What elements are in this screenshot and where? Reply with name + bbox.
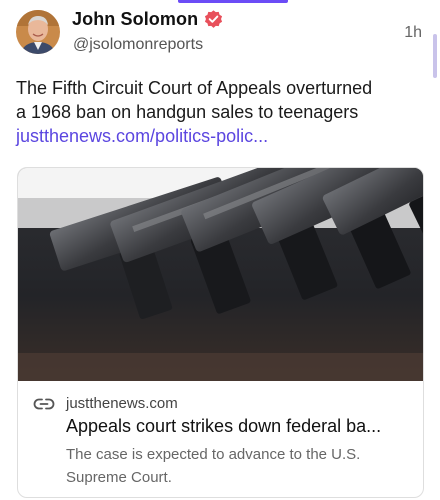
- scrollbar-thumb[interactable]: [433, 34, 437, 78]
- author-handle[interactable]: @jsolomonreports: [73, 36, 203, 54]
- verified-badge-icon: [205, 10, 223, 28]
- post-link[interactable]: justthenews.com/politics-polic...: [16, 124, 268, 148]
- avatar-image: [16, 10, 60, 54]
- link-preview-card[interactable]: justthenews.com Appeals court strikes do…: [17, 167, 424, 498]
- author-name[interactable]: John Solomon: [72, 9, 198, 30]
- post-text: The Fifth Circuit Court of Appeals overt…: [16, 76, 426, 124]
- link-preview-image: [18, 168, 423, 381]
- link-preview-body: justthenews.com Appeals court strikes do…: [18, 381, 423, 497]
- link-icon: [33, 398, 55, 410]
- post-time: 1h: [404, 24, 422, 41]
- author-row: John Solomon: [72, 9, 224, 30]
- link-domain: justthenews.com: [66, 395, 178, 412]
- avatar[interactable]: [16, 10, 60, 54]
- link-title[interactable]: Appeals court strikes down federal ba...: [66, 416, 416, 437]
- post-text-line: a 1968 ban on handgun sales to teenagers: [16, 102, 359, 122]
- link-description: The case is expected to advance to the U…: [66, 446, 361, 486]
- active-tab-indicator: [178, 0, 288, 3]
- post-text-line: The Fifth Circuit Court of Appeals overt…: [16, 78, 373, 98]
